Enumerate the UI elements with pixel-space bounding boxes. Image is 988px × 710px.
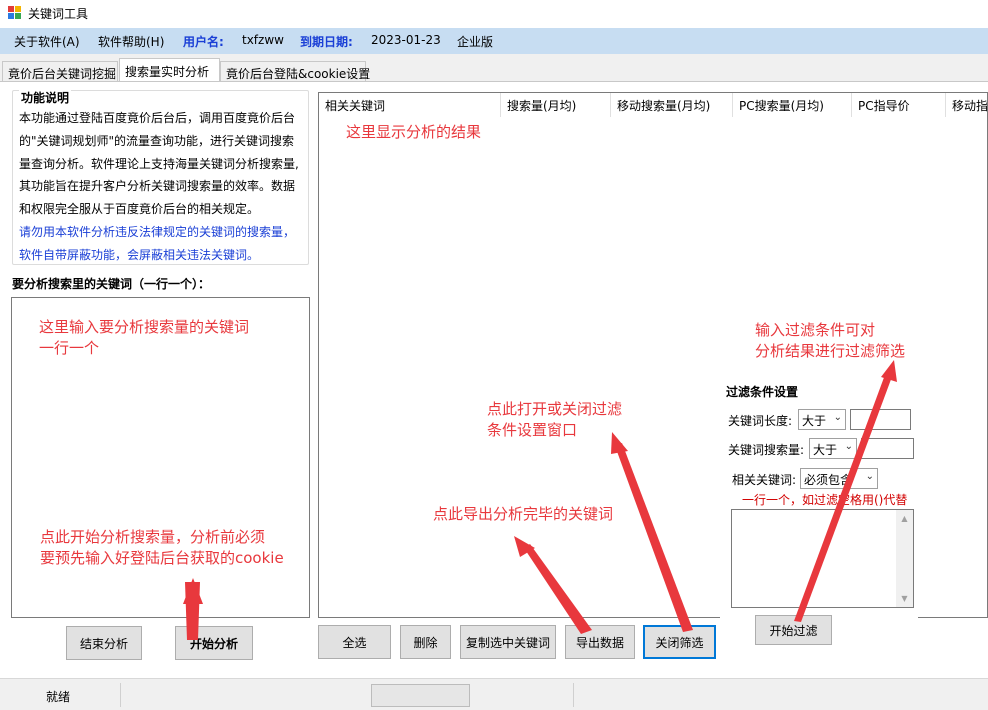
desc-warning-line: 软件自带屏蔽功能，会屏蔽相关违法关键词。 [19, 247, 260, 262]
length-label: 关键词长度: [728, 414, 793, 428]
desc-warning-line: 请勿用本软件分析违反法律规定的关键词的搜索量， [19, 224, 296, 239]
status-bar: 就绪 [0, 678, 988, 710]
annotation-result: 这里显示分析的结果 [346, 123, 482, 141]
annotation-line: 点此开始分析搜索量，分析前必须 [40, 528, 266, 546]
stop-analysis-button[interactable]: 结束分析 [66, 626, 142, 660]
col-mobile-volume[interactable]: 移动搜索量(月均) [611, 93, 733, 117]
menu-bar: 关于软件(A) 软件帮助(H) 用户名: txfzww 到期日期: 2023-0… [0, 28, 988, 54]
annotation-line: 条件设置窗口 [487, 421, 578, 439]
filter-hint: 一行一个，如过滤空格用()代替 [742, 493, 908, 507]
function-description-text: 本功能通过登陆百度竟价后台后，调用百度竟价后台 的"关键词规划师"的流量查询功能… [19, 107, 307, 267]
tab-content: 功能说明 本功能通过登陆百度竟价后台后，调用百度竟价后台 的"关键词规划师"的流… [0, 82, 988, 678]
status-separator [120, 683, 121, 707]
col-mobile-price[interactable]: 移动指 [946, 93, 987, 117]
delete-button[interactable]: 删除 [400, 625, 451, 659]
annotation-line: 一行一个 [39, 339, 100, 357]
volume-label: 关键词搜索量: [728, 443, 805, 457]
user-label: 用户名: [183, 35, 224, 49]
filter-panel: 过滤条件设置 关键词长度: 大于 ⌄ 关键词搜索量: 大于 ⌄ 相关关键词: 必… [720, 379, 918, 658]
status-progress-bar [371, 684, 470, 707]
desc-line: 其功能旨在提升客户分析关键词搜索量的效率。数据 [19, 179, 296, 194]
tab-login-cookie[interactable]: 竟价后台登陆&cookie设置 [220, 61, 370, 82]
desc-line: 量查询分析。软件理论上支持海量关键词分析搜索量, [19, 156, 299, 171]
filter-keywords-input[interactable]: ▲ ▼ [731, 509, 914, 608]
status-separator [573, 683, 574, 707]
annotation-line: 输入过滤条件可对 [755, 321, 876, 339]
window-title: 关键词工具 [28, 7, 89, 21]
function-description-group: 功能说明 本功能通过登陆百度竟价后台后，调用百度竟价后台 的"关键词规划师"的流… [12, 89, 309, 267]
col-search-volume[interactable]: 搜索量(月均) [501, 93, 611, 117]
tab-strip: 竟价后台关键词挖掘 搜索量实时分析 竟价后台登陆&cookie设置 [0, 58, 988, 82]
tab-realtime-analysis[interactable]: 搜索量实时分析 [119, 58, 220, 82]
expire-value: 2023-01-23 [371, 33, 441, 47]
copy-selected-button[interactable]: 复制选中关键词 [460, 625, 556, 659]
length-operator-value: 大于 [802, 414, 827, 428]
annotation-filter: 输入过滤条件可对 分析结果进行过滤筛选 [755, 320, 905, 362]
export-data-button[interactable]: 导出数据 [565, 625, 635, 659]
start-filter-button[interactable]: 开始过滤 [755, 615, 832, 645]
annotation-line: 要预先输入好登陆后台获取的cookie [40, 549, 284, 567]
filter-title: 过滤条件设置 [726, 385, 799, 399]
start-analysis-button[interactable]: 开始分析 [175, 626, 253, 660]
volume-value-input[interactable] [861, 438, 914, 459]
annotation-toggle-filter: 点此打开或关闭过滤 条件设置窗口 [487, 399, 622, 441]
chevron-down-icon: ⌄ [844, 441, 853, 452]
title-bar: 关键词工具 [0, 0, 988, 28]
col-related-keyword[interactable]: 相关关键词 [319, 93, 501, 117]
keywords-input-label: 要分析搜索里的关键词（一行一个）： [12, 277, 211, 291]
app-icon [8, 6, 22, 20]
related-operator-value: 必须包含 [804, 473, 853, 487]
annotation-line: 点此打开或关闭过滤 [487, 400, 623, 418]
annotation-line: 分析结果进行过滤筛选 [755, 342, 906, 360]
function-description-title: 功能说明 [19, 89, 72, 106]
chevron-down-icon: ⌄ [833, 412, 842, 423]
length-value-input[interactable] [850, 409, 911, 430]
scroll-up-icon[interactable]: ▲ [896, 510, 913, 527]
filter-scrollbar[interactable]: ▲ ▼ [896, 510, 913, 607]
annotation-start: 点此开始分析搜索量，分析前必须 要预先输入好登陆后台获取的cookie [40, 527, 284, 569]
length-operator-select[interactable]: 大于 ⌄ [798, 409, 846, 430]
related-keyword-label: 相关关键词: [732, 473, 797, 487]
desc-line: 本功能通过登陆百度竟价后台后，调用百度竟价后台 [19, 111, 296, 125]
annotation-input: 这里输入要分析搜索量的关键词 一行一个 [39, 317, 249, 359]
chevron-down-icon: ⌄ [865, 471, 874, 482]
annotation-line: 这里输入要分析搜索量的关键词 [39, 318, 250, 336]
expire-label: 到期日期: [300, 35, 353, 49]
scroll-down-icon[interactable]: ▼ [896, 590, 913, 607]
desc-line: 的"关键词规划师"的流量查询功能，进行关键词搜索 [19, 133, 295, 148]
volume-operator-value: 大于 [813, 443, 838, 457]
related-operator-select[interactable]: 必须包含 ⌄ [800, 468, 878, 489]
edition-label: 企业版 [457, 35, 494, 49]
user-value: txfzww [242, 33, 284, 47]
close-filter-button[interactable]: 关闭筛选 [643, 625, 716, 659]
menu-help[interactable]: 软件帮助(H) [98, 33, 164, 50]
desc-line: 和权限完全服从于百度竟价后台的相关规定。 [19, 202, 260, 217]
status-text: 就绪 [46, 690, 71, 704]
volume-operator-select[interactable]: 大于 ⌄ [809, 438, 857, 459]
tab-keyword-mining[interactable]: 竟价后台关键词挖掘 [2, 61, 118, 82]
annotation-export: 点此导出分析完毕的关键词 [433, 505, 614, 523]
menu-about[interactable]: 关于软件(A) [14, 33, 80, 50]
col-pc-price[interactable]: PC指导价 [852, 93, 946, 117]
col-pc-volume[interactable]: PC搜索量(月均) [733, 93, 852, 117]
results-grid-header: 相关关键词 搜索量(月均) 移动搜索量(月均) PC搜索量(月均) PC指导价 … [319, 93, 987, 117]
select-all-button[interactable]: 全选 [318, 625, 391, 659]
